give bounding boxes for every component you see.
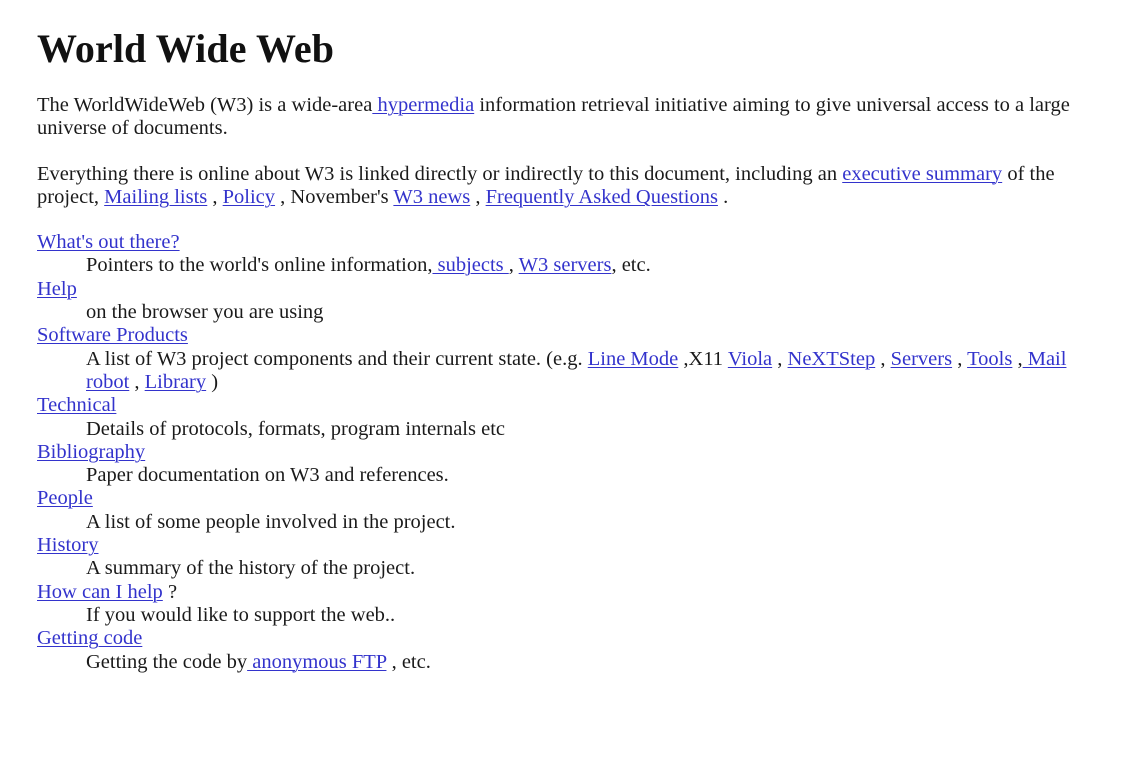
def-text-8a: Getting the code by	[86, 650, 248, 673]
def-sep-2-2: ,	[772, 347, 788, 370]
intro-text-2end: .	[717, 185, 729, 208]
def-sep-2-4: ,	[952, 347, 968, 370]
index-term-whats-out-there: What's out there?	[37, 231, 1078, 254]
index-def-software-products: A list of W3 project components and thei…	[86, 348, 1078, 395]
def-text-2a: A list of W3 project components and thei…	[86, 347, 588, 370]
link-people[interactable]: People	[37, 487, 93, 509]
link-servers[interactable]: Servers	[891, 348, 952, 370]
link-viola[interactable]: Viola	[728, 348, 772, 370]
index-def-history: A summary of the history of the project.	[86, 557, 416, 580]
def-text-0a: Pointers to the world's online informati…	[86, 254, 433, 277]
link-hypermedia[interactable]: hypermedia	[372, 94, 474, 116]
intro-sep-1: ,	[207, 185, 223, 208]
index-list: What's out there? Pointers to the world'…	[37, 231, 1078, 674]
link-w3-servers[interactable]: W3 servers	[519, 254, 612, 276]
index-term-bibliography: Bibliography	[37, 441, 1078, 464]
link-tools[interactable]: Tools	[967, 348, 1012, 370]
link-mailing-lists[interactable]: Mailing lists	[104, 186, 207, 208]
def-sep-2-5: ,	[1012, 347, 1023, 370]
index-def-help: on the browser you are using	[86, 301, 324, 324]
document-body: World Wide Web The WorldWideWeb (W3) is …	[0, 0, 1128, 674]
link-history[interactable]: History	[37, 534, 99, 556]
link-executive-summary[interactable]: executive summary	[842, 163, 1002, 185]
index-def-getting-code: Getting the code by anonymous FTP , etc.	[86, 651, 1078, 674]
index-def-technical: Details of protocols, formats, program i…	[86, 417, 505, 440]
intro-text-2a: Everything there is online about W3 is l…	[37, 162, 843, 185]
link-line-mode[interactable]: Line Mode	[588, 348, 679, 370]
def-sep-2-6: ,	[129, 370, 145, 393]
intro-text-1a: The WorldWideWeb (W3) is a wide-area	[37, 94, 373, 116]
def-text-8end: , etc.	[386, 650, 431, 673]
index-term-getting-code: Getting code	[37, 627, 1078, 650]
link-subjects[interactable]: subjects	[432, 254, 508, 276]
link-anonymous-ftp[interactable]: anonymous FTP	[247, 651, 386, 673]
link-bibliography[interactable]: Bibliography	[37, 441, 145, 463]
index-term-history: History	[37, 534, 1078, 557]
intro-sep-2: , November's	[275, 185, 394, 208]
link-getting-code[interactable]: Getting code	[37, 627, 142, 649]
link-technical[interactable]: Technical	[37, 394, 116, 416]
index-term-how-can-i-help: How can I help ?	[37, 581, 1078, 604]
index-def-whats-out-there: Pointers to the world's online informati…	[86, 254, 1078, 277]
index-term-help: Help	[37, 278, 1078, 301]
intro-sep-3: ,	[470, 185, 486, 208]
index-term-technical: Technical	[37, 394, 1078, 417]
def-sep-0-1: ,	[508, 254, 519, 277]
index-def-bibliography: Paper documentation on W3 and references…	[86, 464, 449, 487]
def-text-0end: , etc.	[611, 254, 651, 277]
index-term-people: People	[37, 487, 1078, 510]
link-software-products[interactable]: Software Products	[37, 324, 188, 346]
def-sep-2-1: ,X11	[678, 347, 728, 370]
intro-paragraph-2: Everything there is online about W3 is l…	[37, 163, 1078, 210]
link-whats-out-there[interactable]: What's out there?	[37, 231, 180, 253]
link-help[interactable]: Help	[37, 278, 77, 300]
link-how-can-i-help[interactable]: How can I help	[37, 581, 163, 603]
def-sep-2-3: ,	[875, 347, 891, 370]
link-nextstep[interactable]: NeXTStep	[788, 348, 876, 370]
index-def-how-can-i-help: If you would like to support the web..	[86, 603, 396, 626]
page-title: World Wide Web	[37, 26, 335, 71]
link-w3-news[interactable]: W3 news	[393, 186, 470, 208]
link-frequently-asked-questions[interactable]: Frequently Asked Questions	[486, 186, 718, 208]
link-library[interactable]: Library	[145, 371, 206, 393]
intro-paragraph-1: The WorldWideWeb (W3) is a wide-area hyp…	[37, 94, 1078, 141]
def-text-2end: )	[206, 370, 219, 393]
link-policy[interactable]: Policy	[223, 186, 275, 208]
index-def-people: A list of some people involved in the pr…	[86, 510, 456, 533]
index-term-suffix-question-mark: ?	[162, 580, 178, 603]
index-term-software-products: Software Products	[37, 324, 1078, 347]
